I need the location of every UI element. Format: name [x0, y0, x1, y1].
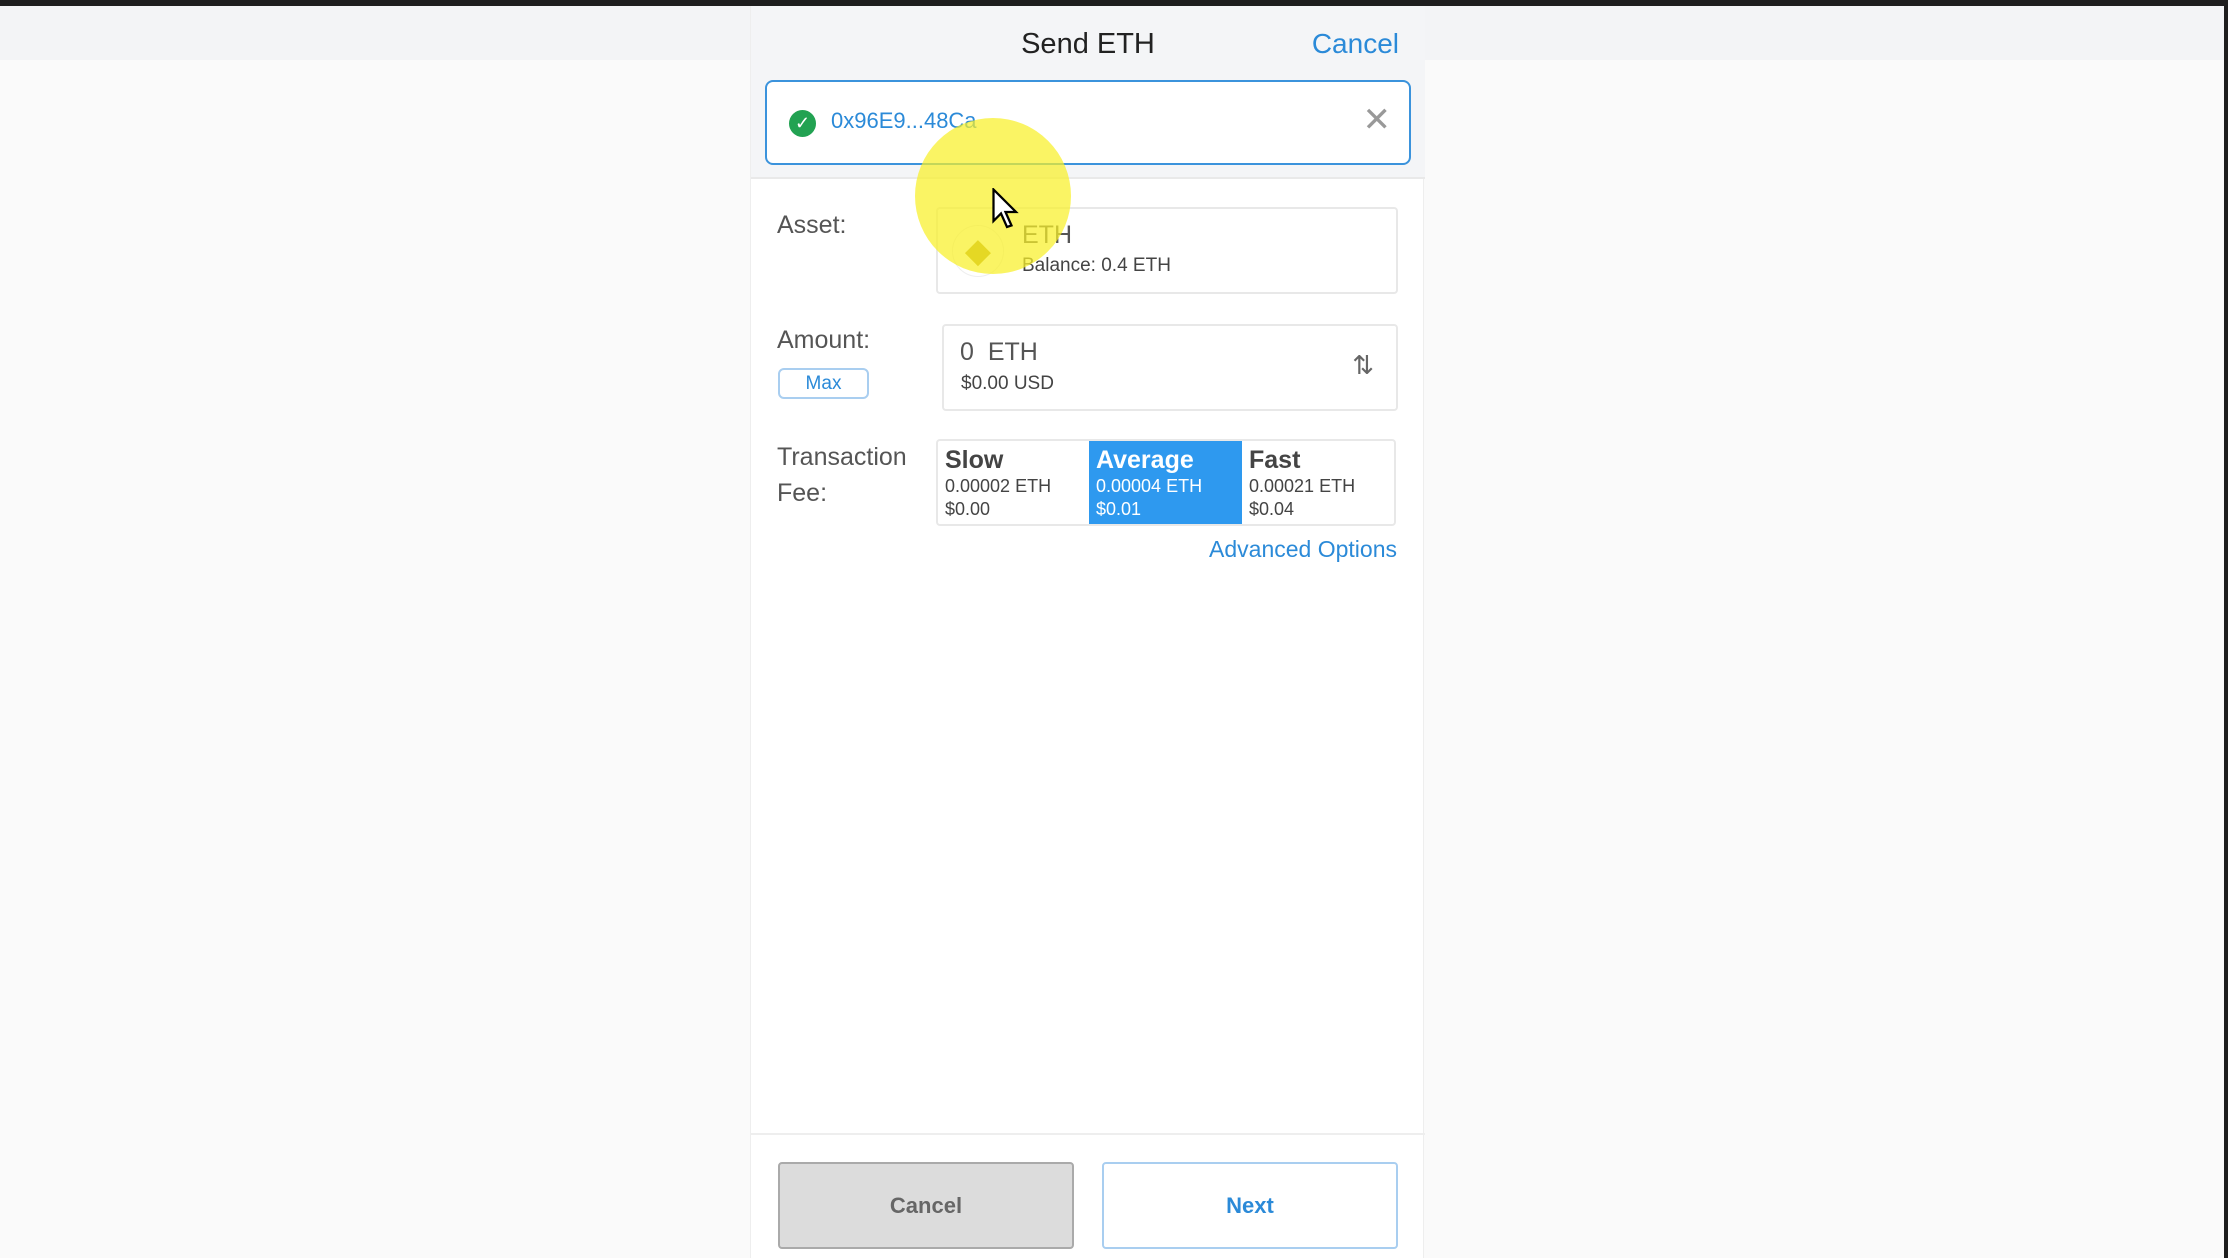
fee-eth: 0.00004 ETH [1096, 476, 1203, 496]
cancel-button[interactable]: Cancel [778, 1162, 1074, 1249]
fee-name: Average [1096, 446, 1194, 474]
advanced-options-link[interactable]: Advanced Options [1209, 536, 1397, 563]
fee-name: Fast [1249, 446, 1301, 474]
fee-eth: 0.00002 ETH [945, 476, 1052, 496]
send-panel: Send ETH Cancel ✓ 0x96E9...48Ca ✕ Asset:… [750, 6, 1425, 1258]
recipient-field[interactable]: ✓ 0x96E9...48Ca ✕ [765, 80, 1411, 165]
fee-usd: $0.04 [1249, 499, 1295, 519]
right-edge [2224, 0, 2228, 1258]
max-button[interactable]: Max [778, 368, 869, 399]
mouse-cursor-icon [992, 188, 1019, 229]
fee-label: Transaction Fee: [777, 439, 907, 511]
close-icon[interactable]: ✕ [1363, 100, 1392, 140]
amount-usd: $0.00 USD [961, 373, 1054, 394]
fee-option-average[interactable]: Average 0.00004 ETH $0.01 [1089, 441, 1242, 524]
fee-usd: $0.01 [1096, 499, 1142, 519]
fee-selector: Slow 0.00002 ETH $0.00 Average 0.00004 E… [936, 439, 1396, 526]
footer-divider [751, 1133, 1425, 1135]
next-button[interactable]: Next [1102, 1162, 1398, 1249]
fee-eth: 0.00021 ETH [1249, 476, 1356, 496]
fee-label-line1: Transaction [777, 443, 907, 471]
fee-name: Slow [945, 446, 1004, 474]
check-circle-icon: ✓ [789, 110, 816, 137]
amount-unit: ETH [987, 338, 1038, 366]
asset-label: Asset: [777, 211, 847, 239]
header: Send ETH Cancel ✓ 0x96E9...48Ca ✕ [751, 6, 1425, 179]
swap-vertical-icon[interactable]: ⇅ [1352, 350, 1374, 381]
header-cancel-link[interactable]: Cancel [1312, 28, 1399, 60]
amount-label: Amount: [777, 326, 871, 354]
asset-balance: Balance: 0.4 ETH [1022, 255, 1171, 276]
amount-value: 0 [960, 338, 974, 366]
fee-option-fast[interactable]: Fast 0.00021 ETH $0.04 [1242, 441, 1394, 524]
fee-usd: $0.00 [945, 499, 991, 519]
amount-input[interactable]: 0 ETH $0.00 USD ⇅ [942, 324, 1398, 411]
fee-option-slow[interactable]: Slow 0.00002 ETH $0.00 [938, 441, 1089, 524]
fee-label-line2: Fee: [777, 479, 828, 507]
